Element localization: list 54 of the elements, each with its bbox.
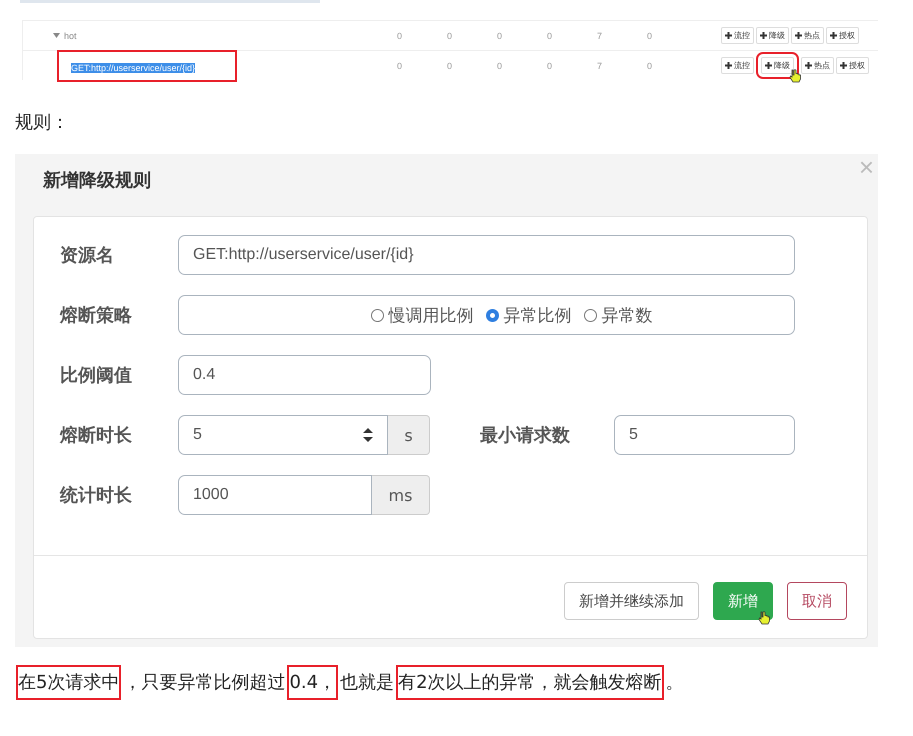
field-label: 熔断策略 <box>60 304 133 327</box>
resource-name: hot <box>64 30 77 40</box>
hand-cursor-icon <box>789 69 801 83</box>
table-cell-text: 0 <box>647 60 654 70</box>
table-cell-text: 7 <box>597 60 604 70</box>
action-button[interactable]: 热点 <box>791 27 824 44</box>
section-heading: 规则： <box>15 111 70 134</box>
action-button[interactable]: 授权 <box>826 27 859 44</box>
plus-icon <box>795 32 802 39</box>
explanation-text: 在5次请求中 ，只要异常比例超过 0.4， 也就是 有2次以上的异常，就会触发熔断 。 <box>12 663 690 703</box>
unit-label: s <box>388 415 430 455</box>
action-button[interactable]: 降级 <box>756 27 789 44</box>
input-field[interactable]: 0.4 <box>178 355 431 395</box>
table-cell-text: 0 <box>647 30 654 40</box>
field-label: 资源名 <box>60 244 115 267</box>
action-button[interactable]: 热点 <box>801 57 834 74</box>
action-button[interactable]: 流控 <box>721 27 754 44</box>
plus-icon <box>805 62 812 69</box>
plus-icon <box>725 32 732 39</box>
table-cell-text: 0 <box>397 30 404 40</box>
plus-icon <box>765 62 772 69</box>
plus-icon <box>760 32 767 39</box>
table-cell-text: 0 <box>547 30 554 40</box>
resource-name: GET:http://userservice/user/{id} <box>71 62 196 72</box>
dialog-button[interactable]: 新增并继续添加 <box>564 582 699 620</box>
dialog-title: 新增降级规则 <box>42 169 152 192</box>
table-cell-text: 0 <box>447 60 454 70</box>
radio-option[interactable]: 慢调用比例 <box>370 304 474 326</box>
table-cell-text: 0 <box>547 60 554 70</box>
radio-option[interactable]: 异常数 <box>584 304 652 326</box>
field-label: 最小请求数 <box>480 424 571 447</box>
plus-icon <box>725 62 732 69</box>
plus-icon <box>830 32 837 39</box>
number-field[interactable]: 5 <box>178 415 388 455</box>
table-cell-text: 0 <box>447 30 454 40</box>
action-button[interactable]: 流控 <box>721 57 754 74</box>
radio-option[interactable]: 异常比例 <box>486 304 572 326</box>
plus-icon <box>840 62 847 69</box>
field-label: 统计时长 <box>60 484 133 507</box>
input-field[interactable]: 5 <box>614 415 795 455</box>
caret-icon[interactable] <box>53 33 60 38</box>
input-field[interactable]: 1000 <box>178 475 372 515</box>
field-label: 比例阈值 <box>60 364 133 387</box>
hand-cursor-icon <box>758 611 770 625</box>
table-cell-text: 0 <box>397 60 404 70</box>
action-button[interactable]: 授权 <box>836 57 869 74</box>
dialog-button[interactable]: 取消 <box>787 582 847 620</box>
spinner-icon[interactable] <box>363 428 373 442</box>
unit-label: ms <box>372 475 430 515</box>
input-field[interactable]: GET:http://userservice/user/{id} <box>178 235 795 275</box>
table-cell-text: 0 <box>497 30 504 40</box>
field-label: 熔断时长 <box>60 424 133 447</box>
table-cell-text: 7 <box>597 30 604 40</box>
table-cell-text: 0 <box>497 60 504 70</box>
